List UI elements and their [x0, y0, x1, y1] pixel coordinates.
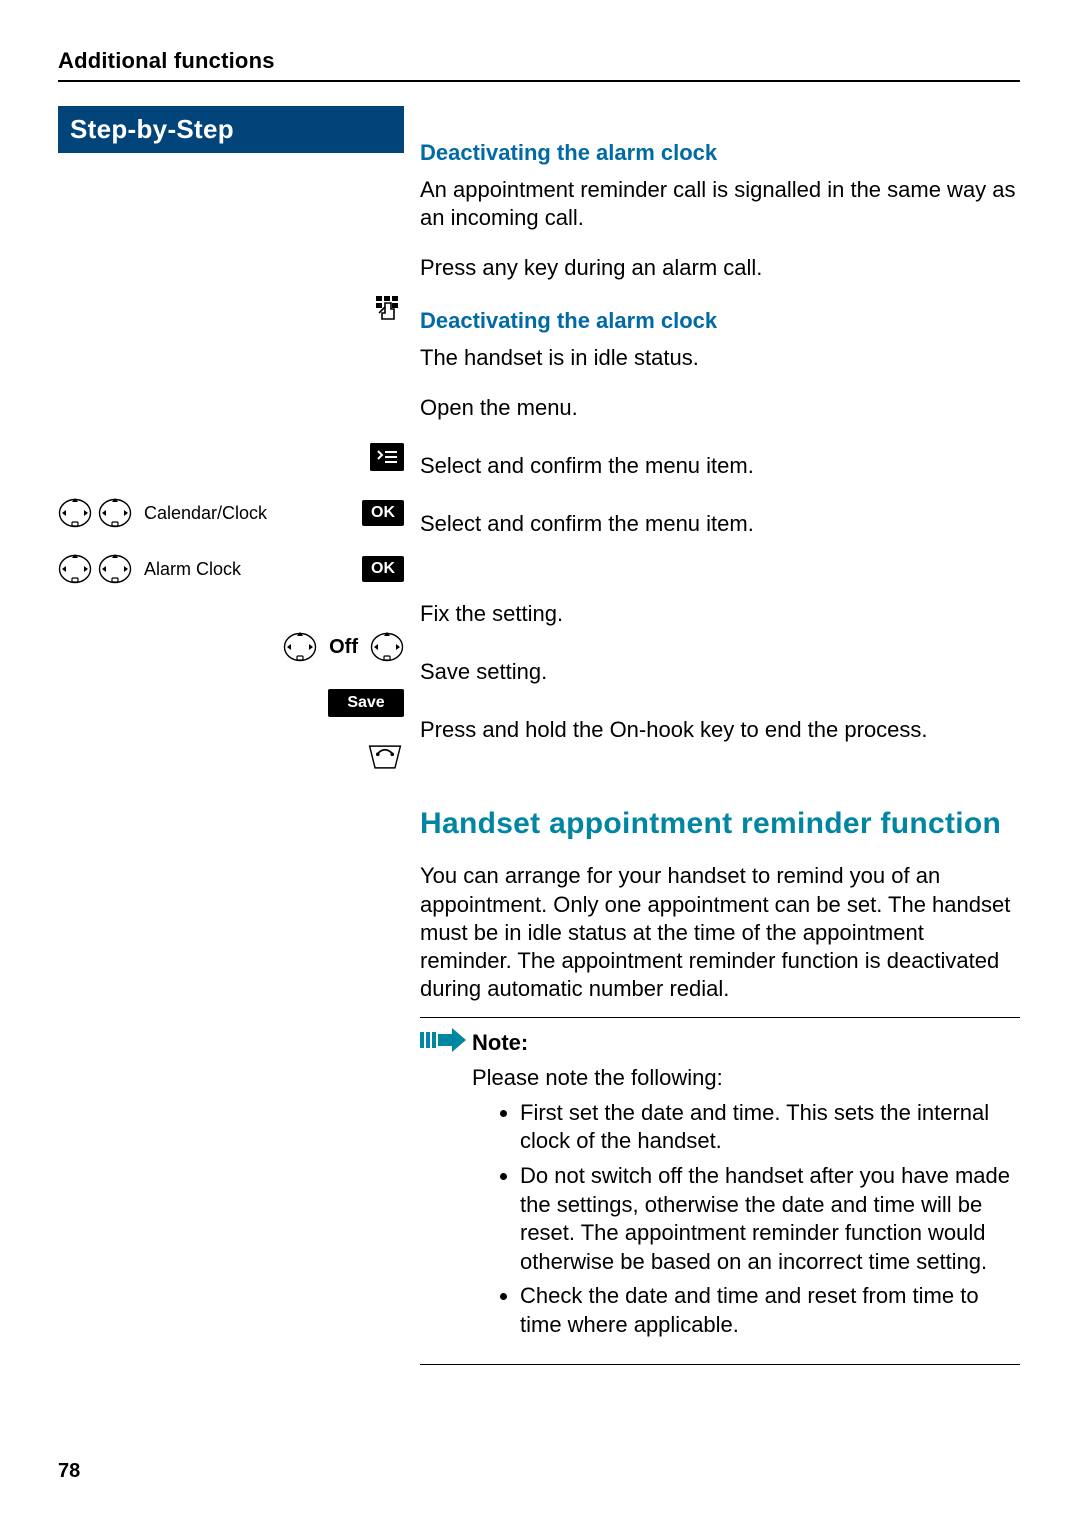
para-reminder-signalled: An appointment reminder call is signalle… — [420, 176, 1020, 232]
save-row: Save — [58, 681, 404, 725]
off-label: Off — [327, 636, 360, 659]
nav-key-icon[interactable] — [370, 630, 404, 664]
right-column: Deactivating the alarm clock An appointm… — [420, 106, 1020, 1365]
note-bullet: First set the date and time. This sets t… — [520, 1099, 1020, 1156]
onhook-row — [58, 737, 404, 781]
heading-reminder-function: Handset appointment reminder function — [420, 806, 1020, 842]
para-idle-status: The handset is in idle status. — [420, 344, 1020, 372]
para-select-confirm-2: Select and confirm the menu item. — [420, 502, 1020, 546]
page-number: 78 — [58, 1460, 80, 1483]
para-save-setting: Save setting. — [420, 650, 1020, 694]
nav-key-icon[interactable] — [98, 552, 132, 586]
press-key-icon-row — [58, 289, 404, 333]
nav-key-icon[interactable] — [58, 496, 92, 530]
para-reminder-intro: You can arrange for your handset to remi… — [420, 862, 1020, 1003]
onhook-key-icon[interactable] — [366, 742, 404, 777]
ok-button[interactable]: OK — [362, 556, 404, 582]
section-header: Additional functions — [58, 48, 1020, 74]
para-open-menu: Open the menu. — [420, 386, 1020, 430]
para-fix-setting: Fix the setting. — [420, 592, 1020, 636]
note-intro: Please note the following: — [472, 1064, 1020, 1093]
open-menu-icon-row — [58, 435, 404, 479]
ok-button[interactable]: OK — [362, 500, 404, 526]
step-by-step-banner: Step-by-Step — [58, 106, 404, 153]
press-key-icon — [370, 294, 404, 328]
menu-alarmclock-label: Alarm Clock — [138, 559, 356, 580]
para-select-confirm-1: Select and confirm the menu item. — [420, 444, 1020, 488]
subhead-deactivate-1: Deactivating the alarm clock — [420, 140, 1020, 166]
note-list: First set the date and time. This sets t… — [472, 1099, 1020, 1340]
note-arrow-icon — [420, 1028, 466, 1058]
left-column: Step-by-Step Calendar/Clock OK — [58, 106, 404, 1365]
header-rule — [58, 80, 1020, 82]
nav-key-icon[interactable] — [98, 496, 132, 530]
off-row: Off — [58, 625, 404, 669]
note-bullet: Check the date and time and reset from t… — [520, 1282, 1020, 1339]
menu-key-icon[interactable] — [370, 443, 404, 471]
menu-calendar-label: Calendar/Clock — [138, 503, 356, 524]
nav-key-icon[interactable] — [283, 630, 317, 664]
note-block: Note: Please note the following: First s… — [420, 1017, 1020, 1364]
nav-key-icon[interactable] — [58, 552, 92, 586]
note-label: Note: — [472, 1030, 528, 1056]
note-bullet: Do not switch off the handset after you … — [520, 1162, 1020, 1276]
calendar-row: Calendar/Clock OK — [58, 491, 404, 535]
para-end-process: Press and hold the On-hook key to end th… — [420, 708, 1020, 752]
subhead-deactivate-2: Deactivating the alarm clock — [420, 308, 1020, 334]
save-button[interactable]: Save — [328, 689, 404, 717]
para-press-any-key: Press any key during an alarm call. — [420, 246, 1020, 290]
alarmclock-row: Alarm Clock OK — [58, 547, 404, 591]
